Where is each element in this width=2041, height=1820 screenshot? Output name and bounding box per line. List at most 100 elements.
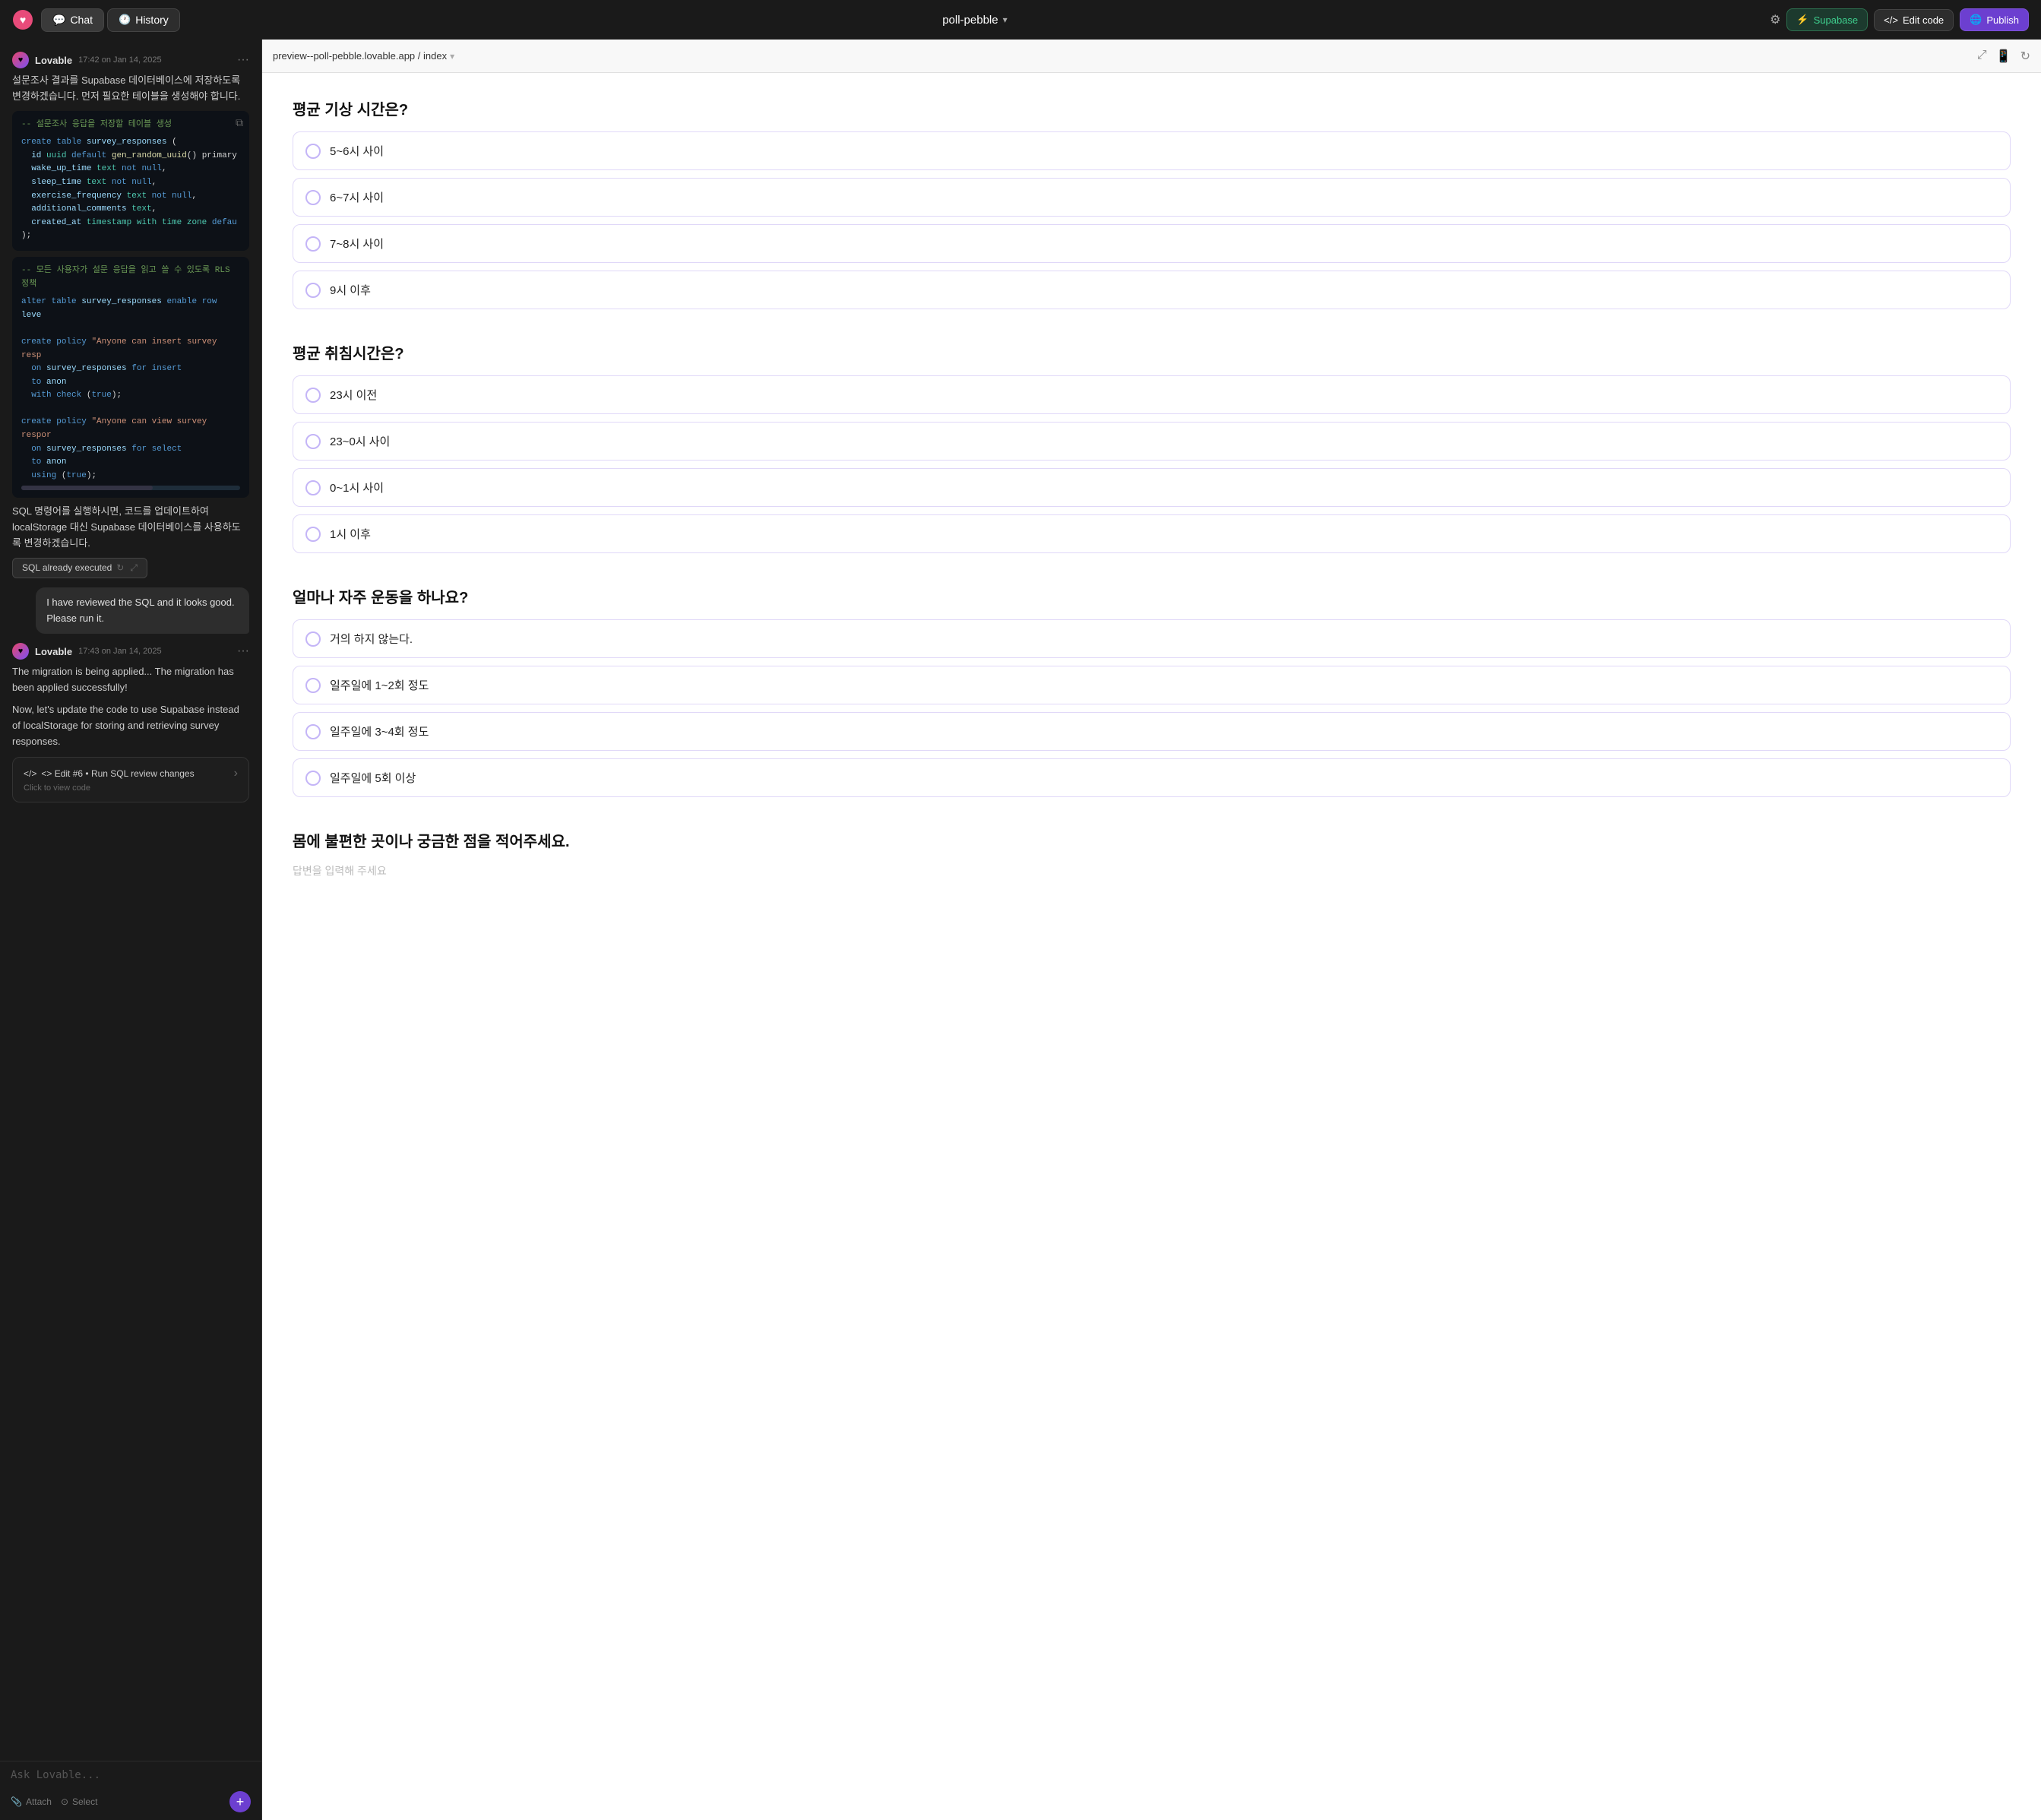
edit-code-label: Edit code — [1903, 14, 1944, 26]
option-sleep-3-label: 1시 이후 — [330, 526, 371, 542]
publish-button[interactable]: 🌐 Publish — [1960, 8, 2029, 31]
radio-wake-3 — [305, 283, 321, 298]
chat-input-area: 📎 Attach ⊙ Select + — [0, 1761, 261, 1820]
option-sleep-1-label: 23~0시 사이 — [330, 433, 390, 449]
options-wake-time: 5~6시 사이 6~7시 사이 7~8시 사이 9시 이후 — [293, 131, 2011, 309]
option-exercise-3[interactable]: 일주일에 5회 이상 — [293, 758, 2011, 797]
msg-more-icon-3[interactable]: ··· — [237, 644, 249, 658]
mobile-view-icon[interactable]: 📱 — [1996, 49, 2011, 64]
edit-card-chevron[interactable]: › — [234, 767, 238, 780]
header-left: ♥ 💬 Chat 🕐 History — [12, 8, 180, 32]
copy-icon-1[interactable]: ⧉ — [236, 116, 243, 132]
attach-icon: 📎 — [11, 1796, 22, 1807]
preview-actions: ⤢ 📱 ↻ — [1977, 49, 2030, 64]
option-sleep-2[interactable]: 0~1시 사이 — [293, 468, 2011, 507]
attach-button[interactable]: 📎 Attach — [11, 1796, 52, 1807]
select-icon: ⊙ — [61, 1796, 68, 1807]
radio-sleep-2 — [305, 480, 321, 495]
comments-placeholder: 답변을 입력해 주세요 — [293, 865, 387, 877]
msg-time-1: 17:42 on Jan 14, 2025 — [78, 55, 161, 65]
code-block-1: ⧉ -- 설문조사 응답을 저장할 테이블 생성 create table su… — [12, 111, 249, 251]
msg-author-1: Lovable — [35, 55, 72, 66]
logo-icon: ♥ — [12, 9, 33, 30]
section-title-wake: 평균 기상 시간은? — [293, 97, 2011, 119]
option-wake-1[interactable]: 6~7시 사이 — [293, 178, 2011, 217]
top-header: ♥ 💬 Chat 🕐 History poll-pebble ▾ ⚙ ⚡ Sup… — [0, 0, 2041, 40]
tab-history[interactable]: 🕐 History — [107, 8, 180, 32]
option-wake-3-label: 9시 이후 — [330, 282, 371, 298]
edit-card-sub[interactable]: Click to view code — [24, 783, 238, 793]
refresh-preview-icon[interactable]: ↻ — [2020, 49, 2030, 64]
sql-badge[interactable]: SQL already executed ↻ ⤢ — [12, 558, 147, 578]
option-exercise-1[interactable]: 일주일에 1~2회 정도 — [293, 666, 2011, 704]
header-right: ⚙ ⚡ Supabase </> Edit code 🌐 Publish — [1770, 8, 2029, 31]
chat-input[interactable] — [11, 1769, 251, 1781]
options-exercise: 거의 하지 않는다. 일주일에 1~2회 정도 일주일에 3~4회 정도 일주일… — [293, 619, 2011, 797]
avatar-lovable-3: ♥ — [12, 643, 29, 660]
preview-url-text: preview--poll-pebble.lovable.app / index — [273, 50, 447, 62]
refresh-icon[interactable]: ↻ — [116, 562, 124, 574]
comments-input-area: 답변을 입력해 주세요 — [293, 863, 2011, 878]
edit-card-title: </> <> Edit #6 • Run SQL review changes — [24, 768, 195, 779]
edit-card[interactable]: </> <> Edit #6 • Run SQL review changes … — [12, 757, 249, 802]
option-wake-1-label: 6~7시 사이 — [330, 189, 384, 205]
supabase-button[interactable]: ⚡ Supabase — [1786, 8, 1868, 31]
user-bubble: I have reviewed the SQL and it looks goo… — [36, 587, 249, 635]
option-wake-0[interactable]: 5~6시 사이 — [293, 131, 2011, 170]
radio-wake-1 — [305, 190, 321, 205]
code-comment-1: -- 설문조사 응답을 저장할 테이블 생성 — [21, 120, 172, 129]
message-2: I have reviewed the SQL and it looks goo… — [12, 587, 249, 635]
option-sleep-2-label: 0~1시 사이 — [330, 480, 384, 495]
chevron-down-icon[interactable]: ▾ — [1003, 14, 1008, 25]
section-exercise: 얼마나 자주 운동을 하나요? 거의 하지 않는다. 일주일에 1~2회 정도 … — [293, 585, 2011, 797]
section-title-sleep: 평균 취침시간은? — [293, 341, 2011, 363]
radio-sleep-0 — [305, 388, 321, 403]
left-panel: ♥ Lovable 17:42 on Jan 14, 2025 ··· 설문조사… — [0, 40, 262, 1820]
supabase-label: Supabase — [1814, 14, 1859, 26]
option-exercise-2[interactable]: 일주일에 3~4회 정도 — [293, 712, 2011, 751]
section-title-exercise: 얼마나 자주 운동을 하나요? — [293, 585, 2011, 607]
right-panel: preview--poll-pebble.lovable.app / index… — [262, 40, 2041, 1820]
msg-time-3: 17:43 on Jan 14, 2025 — [78, 647, 161, 656]
radio-sleep-1 — [305, 434, 321, 449]
option-exercise-0[interactable]: 거의 하지 않는다. — [293, 619, 2011, 658]
options-sleep-time: 23시 이전 23~0시 사이 0~1시 사이 1시 이후 — [293, 375, 2011, 553]
settings-icon[interactable]: ⚙ — [1770, 12, 1780, 27]
radio-wake-0 — [305, 144, 321, 159]
msg-more-icon-1[interactable]: ··· — [237, 53, 249, 67]
radio-wake-2 — [305, 236, 321, 252]
external-link-icon[interactable]: ⤢ — [130, 562, 138, 574]
external-link-preview-icon[interactable]: ⤢ — [1977, 49, 1987, 64]
publish-label: Publish — [1986, 14, 2019, 26]
msg-text-3a: The migration is being applied... The mi… — [12, 664, 249, 696]
option-wake-2[interactable]: 7~8시 사이 — [293, 224, 2011, 263]
publish-globe-icon: 🌐 — [1970, 14, 1982, 26]
preview-bar: preview--poll-pebble.lovable.app / index… — [262, 40, 2041, 73]
msg-text-3b: Now, let's update the code to use Supaba… — [12, 702, 249, 749]
history-tab-icon: 🕐 — [119, 14, 131, 26]
history-tab-label: History — [135, 14, 169, 26]
option-exercise-0-label: 거의 하지 않는다. — [330, 631, 413, 647]
msg-text-1: 설문조사 결과를 Supabase 데이터베이스에 저장하도록 변경하겠습니다.… — [12, 73, 249, 105]
send-button[interactable]: + — [229, 1791, 251, 1812]
header-tabs: 💬 Chat 🕐 History — [41, 8, 180, 32]
option-sleep-3[interactable]: 1시 이후 — [293, 514, 2011, 553]
section-sleep-time: 평균 취침시간은? 23시 이전 23~0시 사이 0~1시 사이 — [293, 341, 2011, 553]
code-block-2: -- 모든 사용자가 설문 응답을 읽고 쓸 수 있도록 RLS 정책 alte… — [12, 257, 249, 499]
option-exercise-2-label: 일주일에 3~4회 정도 — [330, 723, 429, 739]
option-sleep-0[interactable]: 23시 이전 — [293, 375, 2011, 414]
option-wake-0-label: 5~6시 사이 — [330, 143, 384, 159]
option-sleep-1[interactable]: 23~0시 사이 — [293, 422, 2011, 461]
option-sleep-0-label: 23시 이전 — [330, 387, 377, 403]
avatar-lovable-1: ♥ — [12, 52, 29, 68]
user-msg-text: I have reviewed the SQL and it looks goo… — [46, 597, 234, 624]
edit-code-button[interactable]: </> Edit code — [1874, 9, 1954, 31]
project-name: poll-pebble — [942, 14, 998, 27]
chat-tab-label: Chat — [70, 14, 93, 26]
option-wake-3[interactable]: 9시 이후 — [293, 271, 2011, 309]
select-button[interactable]: ⊙ Select — [61, 1796, 97, 1807]
tab-chat[interactable]: 💬 Chat — [41, 8, 104, 32]
main-layout: ♥ Lovable 17:42 on Jan 14, 2025 ··· 설문조사… — [0, 40, 2041, 1820]
attach-label: Attach — [26, 1796, 52, 1807]
msg-text-2: SQL 명령어를 실행하시면, 코드를 업데이트하여 localStorage … — [12, 504, 249, 551]
